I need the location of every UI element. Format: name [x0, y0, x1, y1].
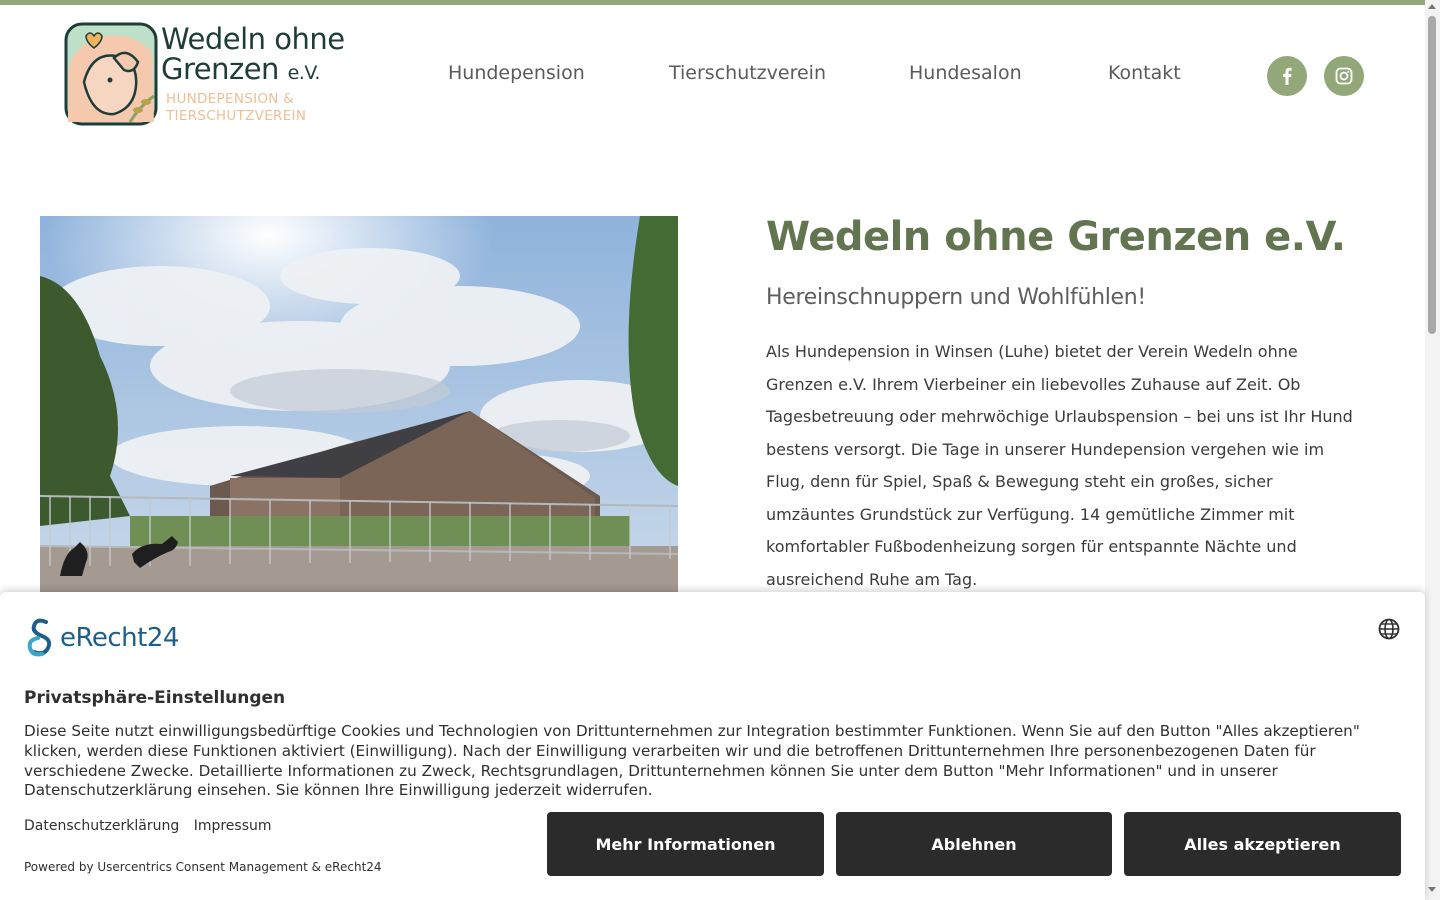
page-subtitle: Hereinschnuppern und Wohlfühlen!: [766, 285, 1146, 310]
logo-dog-icon: [64, 22, 158, 126]
scroll-down-icon[interactable]: [1428, 887, 1436, 892]
hero-image: [40, 216, 678, 596]
imprint-link[interactable]: Impressum: [194, 818, 272, 834]
nav-hundepension[interactable]: Hundepension: [448, 62, 585, 84]
consent-text: Diese Seite nutzt einwilligungsbedürftig…: [24, 722, 1360, 800]
facebook-button[interactable]: [1267, 56, 1307, 96]
nav-kontakt[interactable]: Kontakt: [1108, 62, 1181, 84]
instagram-icon: [1335, 67, 1353, 85]
logo-subtitle: HUNDEPENSION & TIERSCHUTZVEREIN: [166, 91, 307, 124]
scrollbar-thumb[interactable]: [1428, 16, 1436, 334]
consent-title: Privatsphäre-Einstellungen: [24, 688, 286, 708]
page-title: Wedeln ohne Grenzen e.V.: [766, 214, 1346, 260]
scroll-up-icon[interactable]: [1428, 4, 1436, 9]
cookie-consent-banner: eRecht24 Privatsphäre-Einstellungen Dies…: [0, 592, 1425, 900]
logo-title: Wedeln ohne Grenzen e.V.: [161, 22, 345, 86]
language-globe-icon[interactable]: [1378, 618, 1400, 640]
erecht24-logo: eRecht24: [24, 618, 179, 658]
more-information-button[interactable]: Mehr Informationen: [547, 812, 824, 876]
intro-paragraph: Als Hundepension in Winsen (Luhe) bietet…: [766, 342, 1353, 589]
consent-links: Datenschutzerklärung Impressum: [24, 818, 282, 834]
erecht24-paragraph-icon: [27, 618, 52, 657]
top-accent-bar: [0, 0, 1425, 5]
page-scrollbar[interactable]: [1425, 0, 1440, 900]
consent-powered-by: Powered by Usercentrics Consent Manageme…: [24, 860, 382, 874]
decline-button[interactable]: Ablehnen: [836, 812, 1112, 876]
instagram-button[interactable]: [1324, 56, 1364, 96]
nav-tierschutzverein[interactable]: Tierschutzverein: [669, 62, 826, 84]
accept-all-button[interactable]: Alles akzeptieren: [1124, 812, 1401, 876]
privacy-policy-link[interactable]: Datenschutzerklärung: [24, 818, 179, 834]
site-logo[interactable]: Wedeln ohne Grenzen e.V. HUNDEPENSION & …: [64, 22, 364, 132]
dog-pension-building-photo: [40, 216, 678, 596]
nav-hundesalon[interactable]: Hundesalon: [909, 62, 1022, 84]
facebook-icon: [1283, 67, 1292, 85]
